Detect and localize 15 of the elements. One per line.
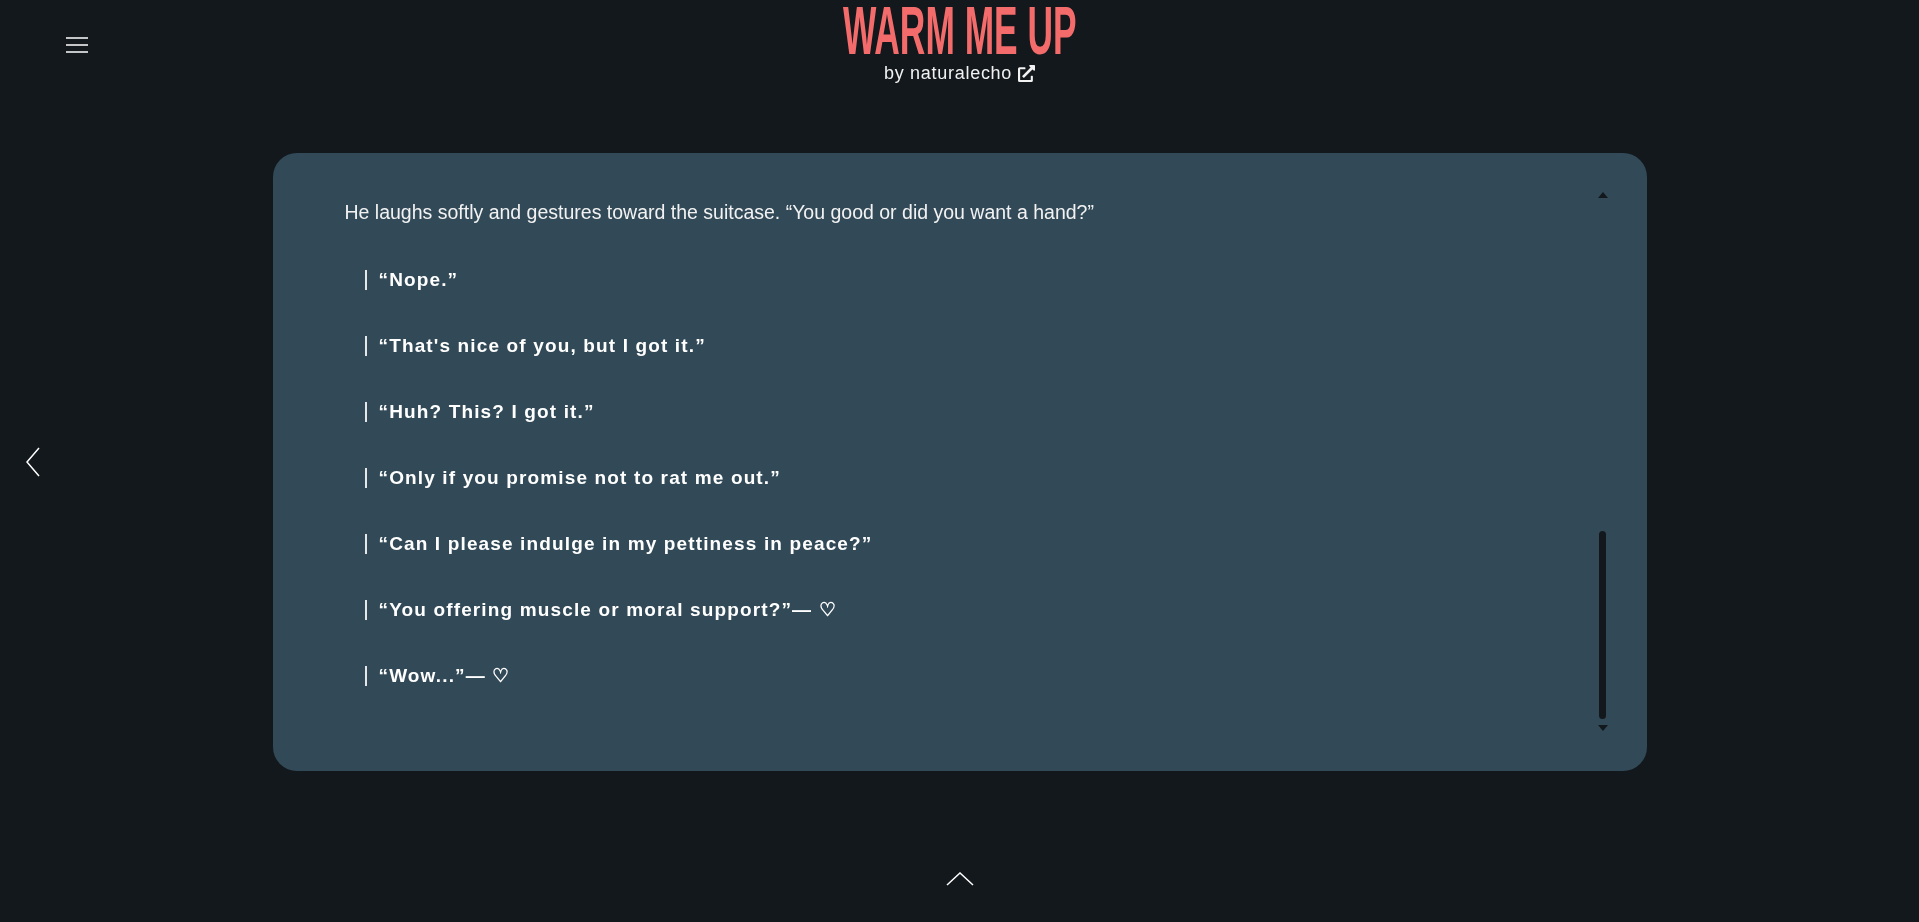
choice-link[interactable]: “That's nice of you, but I got it.”	[364, 336, 706, 357]
external-link-icon	[1018, 64, 1036, 82]
scrollbar-thumb[interactable]	[1599, 531, 1606, 720]
story-paragraph: He laughs softly and gestures toward the suitcase. “You good or did you want a hand?”	[344, 200, 1094, 225]
chevron-left-icon[interactable]	[26, 447, 40, 478]
menu-icon[interactable]	[66, 37, 88, 53]
choice-link[interactable]: “You offering muscle or moral support?”— ♡	[364, 600, 837, 621]
author-link[interactable]: by naturalecho	[883, 61, 1036, 86]
choice-link[interactable]: “Only if you promise not to rat me out.”	[364, 468, 781, 489]
choice-link[interactable]: “Wow...”— ♡	[364, 666, 511, 687]
choice-link[interactable]: “Nope.”	[364, 270, 459, 291]
choice-link[interactable]: “Huh? This? I got it.”	[364, 402, 595, 423]
story-title: WARM ME UP	[842, 0, 1077, 62]
chevron-up-icon[interactable]	[945, 872, 974, 887]
choice-link[interactable]: “Can I please indulge in my pettiness in peace?”	[364, 534, 873, 555]
